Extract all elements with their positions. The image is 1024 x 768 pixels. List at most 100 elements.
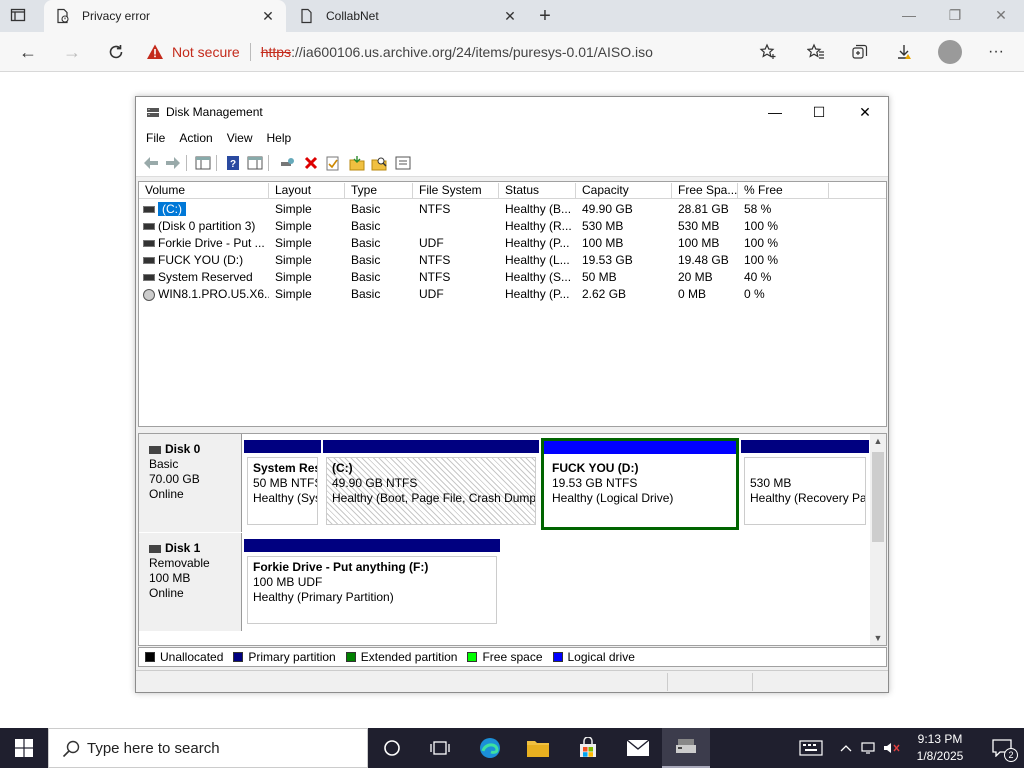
start-windows-icon[interactable] [0,728,48,768]
delete-icon[interactable] [302,154,320,172]
profile-avatar-icon[interactable] [938,40,962,64]
dm-minimize-button[interactable]: — [752,97,798,127]
volume-row[interactable]: Forkie Drive - Put ... Simple Basic UDF … [139,235,886,252]
partition-legend: Unallocated Primary partition Extended p… [138,647,887,667]
tab-collabnet[interactable]: CollabNet ✕ [288,0,528,32]
partition-body: Forkie Drive - Put anything (F:) 100 MB … [247,556,497,624]
volume-name: (Disk 0 partition 3) [158,219,256,233]
edge-browser-icon[interactable] [466,728,514,768]
warning-page-icon [54,8,70,24]
volume-row[interactable]: (Disk 0 partition 3) Simple Basic Health… [139,218,886,235]
menu-view[interactable]: View [227,131,253,145]
legend-swatch [467,652,478,662]
partition-recovery[interactable]: 530 MB Healthy (Recovery Pa [741,440,869,528]
volume-free: 20 MB [678,270,713,284]
disk-icon [149,544,161,553]
volume-row[interactable]: FUCK YOU (D:) Simple Basic NTFS Healthy … [139,252,886,269]
add-favorite-icon[interactable] [754,38,782,66]
properties-pane-icon[interactable] [246,154,264,172]
task-view-icon[interactable] [416,728,464,768]
column-header-capacity[interactable]: Capacity [576,183,672,198]
partition-c[interactable]: (C:) 49.90 GB NTFS Healthy (Boot, Page F… [323,440,539,528]
column-header-type[interactable]: Type [345,183,413,198]
partition-color-bar [244,440,321,453]
disk-0-label[interactable]: Disk 0 Basic 70.00 GB Online [139,434,242,532]
action-center-icon[interactable]: 2 [980,728,1024,768]
column-header-file-system[interactable]: File System [413,183,499,198]
scroll-thumb[interactable] [872,452,884,542]
volume-layout: Simple [275,270,312,284]
taskbar-clock[interactable]: 9:13 PM 1/8/2025 [900,731,980,765]
microsoft-store-icon[interactable] [564,728,612,768]
collections-icon[interactable] [846,38,874,66]
column-header-free-space[interactable]: Free Spa... [672,183,738,198]
help-icon[interactable]: ? [224,154,242,172]
new-tab-button[interactable]: + [533,4,557,28]
volume-muted-icon[interactable] [880,728,902,768]
partition-status: Healthy (Sys [253,491,318,505]
partition-f[interactable]: Forkie Drive - Put anything (F:) 100 MB … [244,539,500,627]
show-hide-console-tree-icon[interactable] [194,154,212,172]
disk-kind: Basic [149,457,179,471]
scroll-down-icon[interactable]: ▼ [870,631,886,645]
partition-status: Healthy (Primary Partition) [253,590,394,604]
legend-label: Unallocated [160,650,224,664]
volume-free: 28.81 GB [678,202,729,216]
vertical-scrollbar[interactable]: ▲ ▼ [870,434,886,645]
volume-row[interactable]: WIN8.1.PRO.U5.X6... Simple Basic UDF Hea… [139,286,886,303]
back-arrow-icon[interactable] [142,154,160,172]
volume-row[interactable]: (C:) Simple Basic NTFS Healthy (B... 49.… [139,201,886,218]
volume-pct-free: 100 % [744,219,779,233]
partition-d[interactable]: FUCK YOU (D:) 19.53 GB NTFS Healthy (Log… [541,438,739,530]
volume-name: WIN8.1.PRO.U5.X6... [158,287,269,301]
volume-capacity: 100 MB [582,236,624,250]
volume-layout: Simple [275,219,312,233]
forward-icon[interactable]: → [58,38,86,66]
cortana-icon[interactable] [368,728,416,768]
column-header-volume[interactable]: Volume [139,183,269,198]
column-header-layout[interactable]: Layout [269,183,345,198]
menu-help[interactable]: Help [267,131,292,145]
volume-capacity: 49.90 GB [582,202,633,216]
volume-pct-free: 40 % [744,270,772,284]
dm-title-bar[interactable]: Disk Management — ☐ ✕ [136,97,888,127]
column-header-percent-free[interactable]: % Free [738,183,829,198]
volume-pct-free: 0 % [744,287,765,301]
refresh-icon[interactable] [102,38,130,66]
not-secure-label[interactable]: Not secure [172,44,240,60]
tab-privacy-error[interactable]: Privacy error ✕ [44,0,286,32]
menu-action[interactable]: Action [179,131,212,145]
properties-icon[interactable] [394,154,412,172]
disk-1-label[interactable]: Disk 1 Removable 100 MB Online [139,533,242,631]
browser-minimize-button[interactable]: — [886,0,932,30]
browser-restore-button[interactable]: ❐ [932,0,978,30]
tab-actions-icon[interactable] [10,7,30,25]
url-field[interactable]: Not secure https ://ia600106.us.archive.… [146,38,786,66]
connect-disk-icon[interactable] [278,154,296,172]
downloads-icon[interactable] [890,38,918,66]
browser-close-button[interactable]: ✕ [978,0,1024,30]
open-folder-icon[interactable] [348,154,366,172]
scroll-up-icon[interactable]: ▲ [870,434,886,448]
mail-icon[interactable] [614,728,662,768]
more-menu-icon[interactable]: ··· [982,38,1010,66]
menu-file[interactable]: File [146,131,165,145]
network-icon[interactable] [858,728,880,768]
tab-close-icon[interactable]: ✕ [500,6,520,26]
check-icon[interactable] [324,154,342,172]
show-hidden-icons-chevron-icon[interactable] [836,728,856,768]
dm-close-button[interactable]: ✕ [842,97,888,127]
search-folder-icon[interactable] [370,154,388,172]
taskbar-search-input[interactable]: Type here to search [48,728,368,768]
favorites-icon[interactable] [802,38,830,66]
file-explorer-icon[interactable] [514,728,562,768]
column-header-status[interactable]: Status [499,183,576,198]
back-icon[interactable]: ← [14,38,42,66]
volume-row[interactable]: System Reserved Simple Basic NTFS Health… [139,269,886,286]
forward-arrow-icon[interactable] [164,154,182,172]
disk-management-taskbar-icon[interactable] [662,728,710,768]
dm-maximize-button[interactable]: ☐ [796,97,842,127]
tab-close-icon[interactable]: ✕ [258,6,278,26]
partition-system-reserved[interactable]: System Res 50 MB NTFS Healthy (Sys [244,440,321,528]
keyboard-layout-icon[interactable] [796,728,826,768]
